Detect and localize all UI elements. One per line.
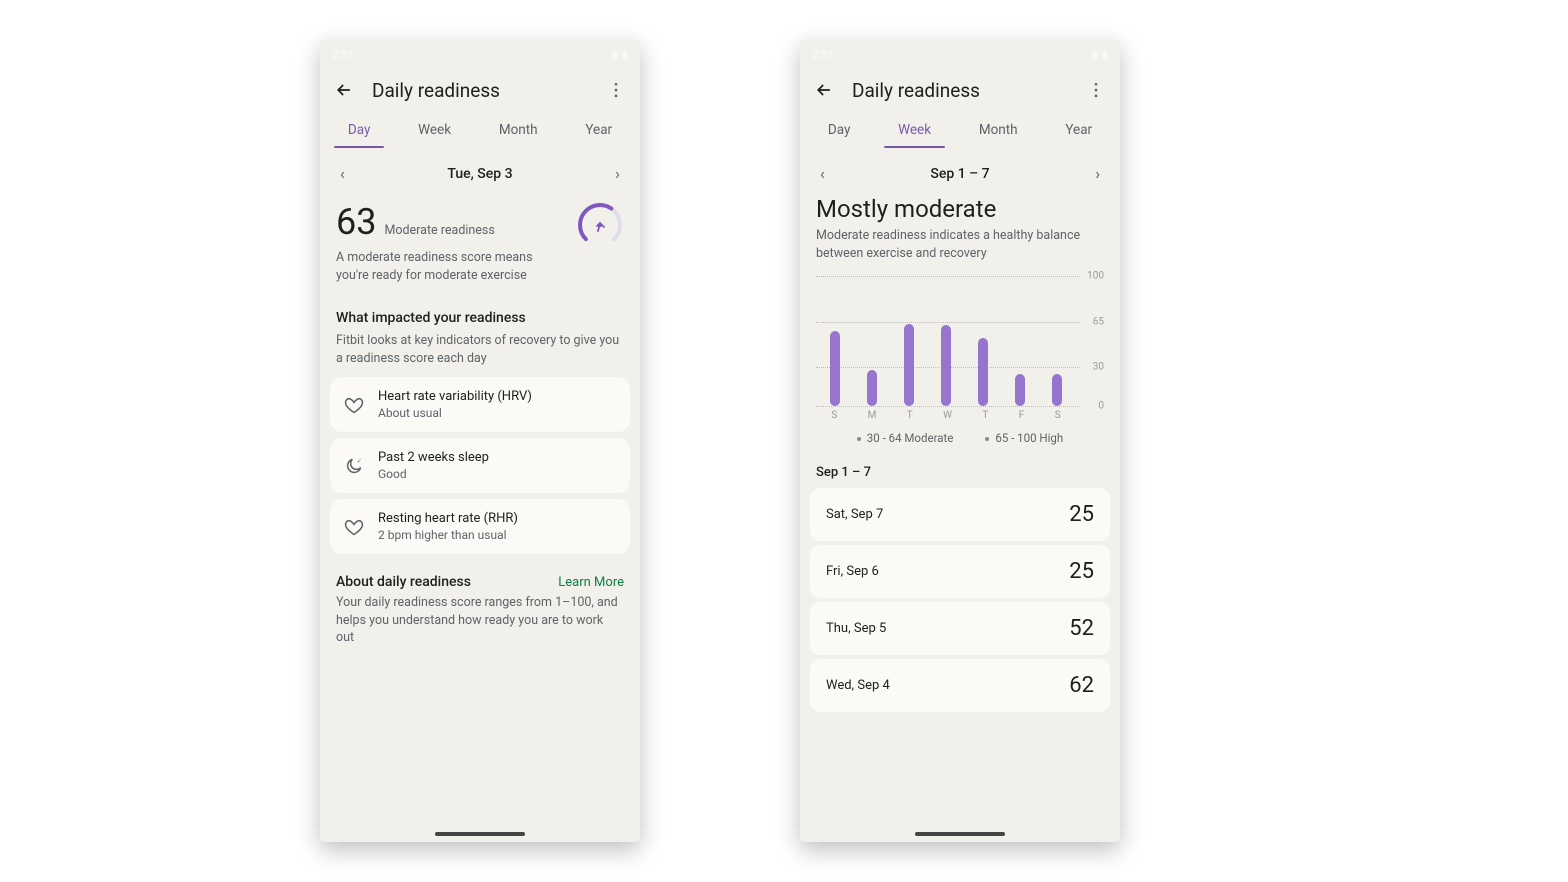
x-label: S [831,410,837,421]
tabs: Day Week Month Year [800,112,1120,148]
tab-week[interactable]: Week [404,112,465,148]
impact-sub: Fitbit looks at key indicators of recove… [320,332,640,377]
heart-icon [344,395,364,415]
y-tick: 65 [1093,316,1104,327]
about-row: About daily readiness Learn More [320,560,640,594]
day-value: 52 [1069,616,1094,641]
header: Daily readiness [320,68,640,112]
day-label: Sat, Sep 7 [826,507,883,522]
day-label: Wed, Sep 4 [826,678,890,693]
day-value: 62 [1069,673,1094,698]
week-summary-title: Mostly moderate [800,195,1120,223]
chart-bar[interactable] [904,324,914,406]
chart-bar[interactable] [867,370,877,406]
legend-moderate: 30 - 64 Moderate [867,431,954,445]
chart-legend: 30 - 64 Moderate 65 - 100 High [816,421,1104,451]
day-list-item[interactable]: Wed, Sep 4 62 [810,659,1110,712]
about-title: About daily readiness [336,574,471,590]
statusbar-icons: ◆ ▮ [1091,48,1108,61]
chart-bar[interactable] [1015,374,1025,407]
tab-day[interactable]: Day [814,112,865,148]
readiness-score: 63 [336,201,376,243]
x-label: M [868,410,877,421]
day-list-item[interactable]: Fri, Sep 6 25 [810,545,1110,598]
day-value: 25 [1069,559,1094,584]
factor-title: Heart rate variability (HRV) [378,389,532,404]
impact-title: What impacted your readiness [320,296,640,332]
more-icon[interactable] [1084,78,1108,102]
tab-week[interactable]: Week [884,112,945,148]
x-label: T [907,410,913,421]
chart-bar[interactable] [978,338,988,406]
factor-rhr[interactable]: Resting heart rate (RHR) 2 bpm higher th… [330,499,630,554]
day-list-item[interactable]: Sat, Sep 7 25 [810,488,1110,541]
statusbar: 2:31 ◆ ▮ [800,40,1120,68]
date-nav: ‹ Sep 1 – 7 › [800,148,1120,195]
y-tick: 0 [1098,401,1104,412]
statusbar-time: 2:31 [332,48,354,61]
home-indicator [435,832,525,836]
factor-sleep[interactable]: Past 2 weeks sleep Good [330,438,630,493]
factor-sub: Good [378,467,489,481]
y-tick: 100 [1087,271,1104,282]
readiness-desc: A moderate readiness score means you're … [336,249,536,284]
learn-more-link[interactable]: Learn More [558,575,624,590]
week-summary-sub: Moderate readiness indicates a healthy b… [800,223,1120,272]
chart-bar[interactable] [1052,374,1062,407]
x-label: T [982,410,988,421]
list-range-title: Sep 1 – 7 [800,457,1120,488]
next-day-icon[interactable]: › [611,160,624,187]
chart-bar[interactable] [941,325,951,406]
factor-title: Past 2 weeks sleep [378,450,489,465]
header: Daily readiness [800,68,1120,112]
statusbar: 2:31 ◆ ▮ [320,40,640,68]
day-label: Thu, Sep 5 [826,621,886,636]
heart-icon [344,517,364,537]
readiness-label: Moderate readiness [384,223,494,238]
current-range: Sep 1 – 7 [930,166,989,182]
day-value: 25 [1069,502,1094,527]
day-list-item[interactable]: Thu, Sep 5 52 [810,602,1110,655]
more-icon[interactable] [604,78,628,102]
readiness-ring-icon [576,201,624,249]
legend-high: 65 - 100 High [995,431,1063,445]
prev-day-icon[interactable]: ‹ [336,160,349,187]
moon-icon [344,456,364,476]
statusbar-icons: ◆ ▮ [611,48,628,61]
x-label: W [943,410,952,421]
tab-year[interactable]: Year [1051,112,1106,148]
x-label: F [1019,410,1025,421]
chart-bar[interactable] [830,331,840,406]
back-icon[interactable] [812,78,836,102]
readiness-week-chart: 0 30 65 100 S M T W T F S 30 - 64 Moderate 65 - 1… [800,272,1120,457]
page-title: Daily readiness [372,79,588,102]
y-tick: 30 [1093,362,1104,373]
next-week-icon[interactable]: › [1091,160,1104,187]
x-label: S [1055,410,1061,421]
date-nav: ‹ Tue, Sep 3 › [320,148,640,195]
prev-week-icon[interactable]: ‹ [816,160,829,187]
factor-sub: About usual [378,406,532,420]
statusbar-time: 2:31 [812,48,834,61]
page-title: Daily readiness [852,79,1068,102]
about-desc: Your daily readiness score ranges from 1… [320,594,640,657]
tab-month[interactable]: Month [965,112,1032,148]
tabs: Day Week Month Year [320,112,640,148]
home-indicator [915,832,1005,836]
tab-month[interactable]: Month [485,112,552,148]
factor-sub: 2 bpm higher than usual [378,528,518,542]
phone-week-view: 2:31 ◆ ▮ Daily readiness Day Week Month … [800,40,1120,842]
factor-hrv[interactable]: Heart rate variability (HRV) About usual [330,377,630,432]
back-icon[interactable] [332,78,356,102]
tab-year[interactable]: Year [571,112,626,148]
score-section: 63 Moderate readiness A moderate readine… [320,195,640,296]
tab-day[interactable]: Day [334,112,385,148]
current-date: Tue, Sep 3 [447,166,512,182]
phone-day-view: 2:31 ◆ ▮ Daily readiness Day Week Month … [320,40,640,842]
day-label: Fri, Sep 6 [826,564,879,579]
factor-title: Resting heart rate (RHR) [378,511,518,526]
